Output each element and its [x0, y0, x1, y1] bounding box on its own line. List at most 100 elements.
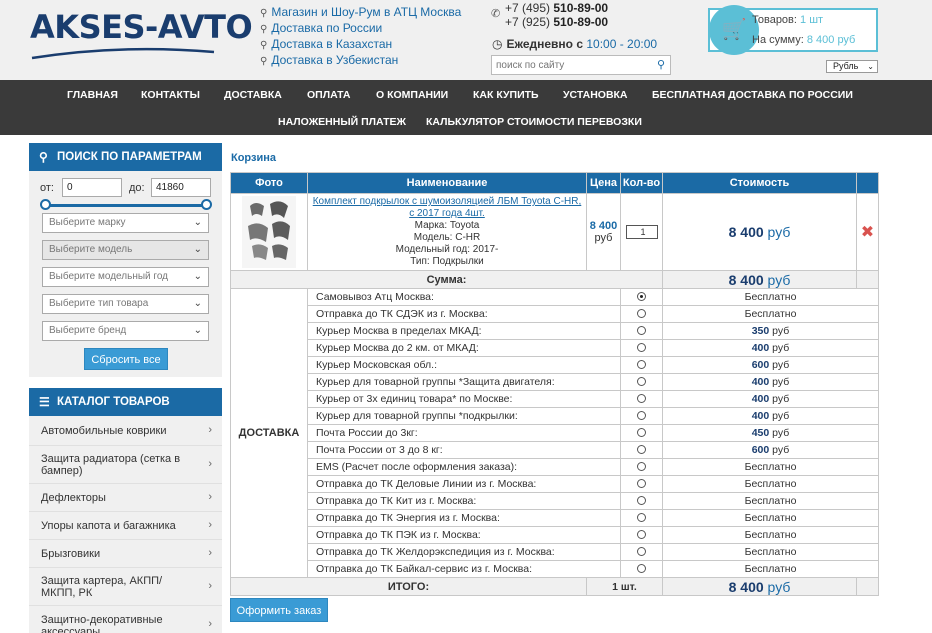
select-placeholder: Выберите модельный год — [49, 271, 168, 282]
phone-number: 510-89-00 — [553, 1, 609, 15]
delivery-radio[interactable] — [637, 326, 646, 335]
delivery-option-row[interactable]: Почта России до 3кг: 450 руб — [231, 424, 879, 442]
product-cost: 8 400 руб — [662, 193, 857, 271]
logo[interactable]: AKSES-AVTO — [30, 8, 253, 46]
location-link-kazakhstan[interactable]: ⚲ Доставка в Казахстан — [260, 37, 392, 51]
location-link-uzbekistan[interactable]: ⚲ Доставка в Узбекистан — [260, 53, 398, 67]
nav-item-installation[interactable]: УСТАНОВКА — [563, 89, 628, 101]
search-box[interactable]: ⚲ — [491, 55, 671, 75]
price-from-input[interactable]: 0 — [62, 178, 122, 197]
delivery-option-row[interactable]: Отправка до ТК СДЭК из г. Москва: Бесплат… — [231, 305, 879, 323]
delivery-option-row[interactable]: Почта России от 3 до 8 кг: 600 руб — [231, 441, 879, 459]
nav-item-how-to-buy[interactable]: КАК КУПИТЬ — [473, 89, 539, 101]
nav-item-about[interactable]: О КОМПАНИИ — [376, 89, 448, 101]
nav-item-payment[interactable]: ОПЛАТА — [307, 89, 350, 101]
reset-filters-button[interactable]: Сбросить все — [84, 348, 168, 370]
quantity-input[interactable]: 1 — [625, 225, 658, 239]
delivery-option-row[interactable]: Отправка до ТК Байкал-сервис из г. Москв… — [231, 560, 879, 578]
currency-select[interactable]: Рубль ⌄ — [826, 60, 878, 73]
delivery-radio[interactable] — [637, 309, 646, 318]
delivery-option-row[interactable]: Отправка до ТК Деловые Линии из г. Москв… — [231, 475, 879, 493]
delivery-radio[interactable] — [637, 530, 646, 539]
delivery-radio[interactable] — [637, 479, 646, 488]
catalog-item[interactable]: Упоры капота и багажника › — [29, 512, 222, 540]
nav-item-free-delivery[interactable]: БЕСПЛАТНАЯ ДОСТАВКА ПО РОССИИ — [652, 89, 853, 101]
price-to-input[interactable]: 41860 — [151, 178, 211, 197]
delivery-option-row[interactable]: Отправка до ТК Желдорэкспедиция из г. Мо… — [231, 543, 879, 561]
delivery-radio[interactable] — [637, 564, 646, 573]
delivery-radio[interactable] — [637, 394, 646, 403]
delete-x-icon[interactable]: ✖ — [861, 224, 874, 241]
delivery-radio[interactable] — [637, 445, 646, 454]
manufacturer-select[interactable]: Выберите бренд ⌄ — [42, 321, 209, 341]
product-photo[interactable] — [242, 196, 296, 268]
delivery-option-row[interactable]: Курьер для товарной группы *подкрылки: 40… — [231, 407, 879, 425]
delivery-option-row[interactable]: Отправка до ТК Энергия из г. Москва: Бесп… — [231, 509, 879, 527]
location-label[interactable]: Доставка по России — [271, 21, 382, 35]
catalog-item[interactable]: Защита картера, АКПП/МКПП, РК › — [29, 568, 222, 606]
nav-item-home[interactable]: ГЛАВНАЯ — [67, 89, 118, 101]
location-label[interactable]: Магазин и Шоу-Рум в АТЦ Москва — [271, 5, 461, 19]
location-label[interactable]: Доставка в Казахстан — [271, 37, 392, 51]
nav-item-contacts[interactable]: КОНТАКТЫ — [141, 89, 200, 101]
catalog-item[interactable]: Защитно-декоративные аксессуары › — [29, 606, 222, 633]
product-name-link[interactable]: Комплект подкрылок с шумоизоляцией ЛБМ T… — [313, 196, 582, 219]
delivery-option-row[interactable]: Курьер от 3х единиц товара* по Москве: 40… — [231, 390, 879, 408]
phone-number-1[interactable]: +7 (495) 510-89-00 — [505, 1, 608, 15]
delivery-radio[interactable] — [637, 292, 646, 301]
product-photo-cell — [230, 193, 308, 271]
params-header: ⚲ ПОИСК ПО ПАРАМЕТРАМ — [29, 143, 222, 171]
delivery-radio[interactable] — [637, 377, 646, 386]
phone-number-2[interactable]: +7 (925) 510-89-00 — [505, 15, 608, 29]
remove-item-button[interactable]: ✖ — [856, 193, 879, 271]
delivery-radio[interactable] — [637, 462, 646, 471]
nav-item-delivery[interactable]: ДОСТАВКА — [224, 89, 282, 101]
delivery-option-price: Бесплатно — [662, 560, 879, 578]
delivery-option-row[interactable]: Курьер Московская обл.: 600 руб — [231, 356, 879, 374]
cart-sum-value: 8 400 руб — [806, 34, 856, 46]
catalog-item-label: Защита картера, АКПП/МКПП, РК — [41, 575, 163, 599]
model-year-select[interactable]: Выберите модельный год ⌄ — [42, 267, 209, 287]
product-qty-cell: 1 — [620, 193, 663, 271]
delivery-option-price: 400 руб — [662, 373, 879, 391]
model-select[interactable]: Выберите модель ⌄ — [42, 240, 209, 260]
location-link-showroom[interactable]: ⚲ Магазин и Шоу-Рум в АТЦ Москва — [260, 5, 461, 19]
delivery-option-row[interactable]: Курьер для товарной группы *Защита двига… — [231, 373, 879, 391]
delivery-option-row[interactable]: ДОСТАВКА Самовывоз Атц Москва: Бесплатно — [230, 288, 879, 578]
delivery-option-price: Бесплатно — [662, 475, 879, 493]
price-slider-track[interactable] — [44, 204, 206, 207]
nav-item-calculator[interactable]: КАЛЬКУЛЯТОР СТОИМОСТИ ПЕРЕВОЗКИ — [426, 116, 642, 128]
catalog-item[interactable]: Дефлекторы › — [29, 484, 222, 512]
delivery-radio[interactable] — [637, 411, 646, 420]
nav-item-cod[interactable]: НАЛОЖЕННЫЙ ПЛАТЕЖ — [278, 116, 406, 128]
delivery-option-row[interactable]: Курьер Москва до 2 км. от МКАД: 400 руб — [231, 339, 879, 357]
delivery-option-row[interactable]: EMS (Расчет после оформления заказа): Бес… — [231, 458, 879, 476]
catalog-item[interactable]: Автомобильные коврики › — [29, 416, 222, 446]
search-input[interactable] — [492, 56, 647, 74]
checkout-button[interactable]: Оформить заказ — [230, 598, 328, 622]
delivery-radio[interactable] — [637, 428, 646, 437]
price-slider-max-handle[interactable] — [201, 199, 212, 210]
location-link-russia[interactable]: ⚲ Доставка по России — [260, 21, 382, 35]
delivery-radio[interactable] — [637, 343, 646, 352]
delivery-option-row[interactable]: Отправка до ТК Кит из г. Москва: Бесплатн… — [231, 492, 879, 510]
delivery-radio-cell — [620, 526, 663, 544]
delivery-radio[interactable] — [637, 360, 646, 369]
map-pin-icon: ⚲ — [260, 40, 268, 51]
delivery-radio[interactable] — [637, 547, 646, 556]
catalog-item[interactable]: Брызговики › — [29, 540, 222, 568]
search-icon[interactable]: ⚲ — [657, 58, 665, 71]
delivery-option-row[interactable]: Отправка до ТК ПЭК из г. Москва: Бесплатн… — [231, 526, 879, 544]
price-slider-min-handle[interactable] — [40, 199, 51, 210]
delivery-radio-cell — [620, 458, 663, 476]
shopping-cart-icon[interactable]: 🛒 — [709, 5, 759, 55]
brand-select[interactable]: Выберите марку ⌄ — [42, 213, 209, 233]
delivery-radio[interactable] — [637, 496, 646, 505]
catalog-item[interactable]: Защита радиатора (сетка в бампер) › — [29, 446, 222, 484]
location-label[interactable]: Доставка в Узбекистан — [271, 53, 398, 67]
chevron-down-icon: ⌄ — [193, 298, 202, 309]
delivery-option-row[interactable]: Курьер Москва в пределах МКАД: 350 руб — [231, 322, 879, 340]
delivery-radio[interactable] — [637, 513, 646, 522]
sum-value: 8 400 — [728, 271, 764, 288]
product-type-select[interactable]: Выберите тип товара ⌄ — [42, 294, 209, 314]
